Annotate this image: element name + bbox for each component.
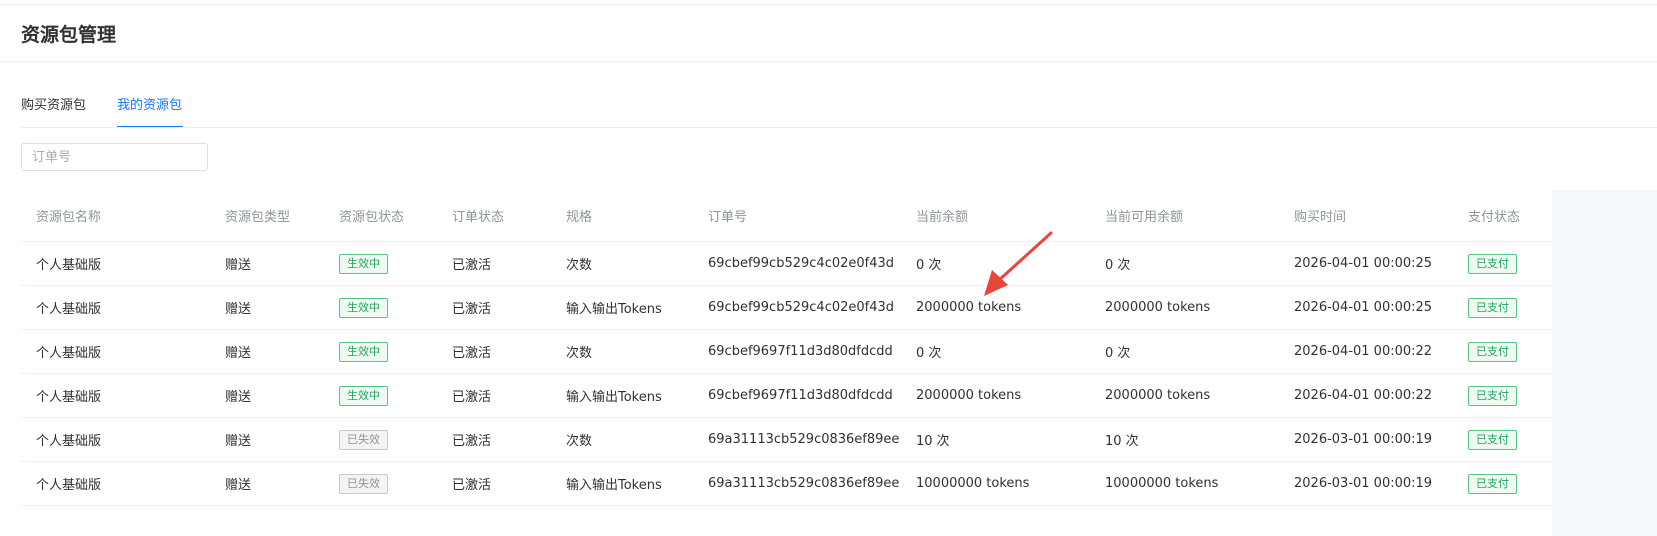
cell-pack-status: 已失效 (324, 417, 437, 462)
cell-type: 赠送 (210, 417, 324, 462)
cell-balance: 10000000 tokens (901, 461, 1090, 506)
column-header-purchase-time: 购买时间 (1279, 190, 1453, 242)
cell-purchase-time: 2026-03-01 00:00:19 (1279, 417, 1453, 462)
table-row: 个人基础版 赠送 生效中 已激活 输入输出Tokens 69cbef99cb52… (21, 285, 1552, 330)
status-badge: 生效中 (339, 297, 388, 318)
cell-order-number: 69cbef99cb529c4c02e0f43d (693, 285, 901, 330)
cell-order-status: 已激活 (437, 285, 551, 330)
cell-order-status: 已激活 (437, 241, 551, 286)
column-header-name: 资源包名称 (21, 190, 210, 242)
cell-order-number: 69cbef99cb529c4c02e0f43d (693, 241, 901, 286)
cell-purchase-time: 2026-04-01 00:00:22 (1279, 373, 1453, 418)
cell-type: 赠送 (210, 241, 324, 286)
cell-name: 个人基础版 (21, 329, 210, 374)
cell-pack-status: 已失效 (324, 461, 437, 506)
cell-balance: 0 次 (901, 241, 1090, 286)
status-badge: 生效中 (339, 341, 388, 362)
cell-available-balance: 2000000 tokens (1090, 373, 1279, 418)
cell-purchase-time: 2026-03-01 00:00:19 (1279, 461, 1453, 506)
table-row: 个人基础版 赠送 生效中 已激活 次数 69cbef9697f11d3d80df… (21, 329, 1552, 374)
cell-purchase-time: 2026-04-01 00:00:22 (1279, 329, 1453, 374)
table-row: 个人基础版 赠送 生效中 已激活 次数 69cbef99cb529c4c02e0… (21, 241, 1552, 286)
cell-purchase-time: 2026-04-01 00:00:25 (1279, 285, 1453, 330)
table-header-row: 资源包名称 资源包类型 资源包状态 订单状态 规格 订单号 当前余额 当前可用余… (21, 190, 1552, 242)
status-badge: 已失效 (339, 429, 388, 450)
cell-pack-status: 生效中 (324, 241, 437, 286)
cell-balance: 0 次 (901, 329, 1090, 374)
cell-order-number: 69a31113cb529c0836ef89ee (693, 417, 901, 462)
cell-order-number: 69cbef9697f11d3d80dfdcdd (693, 373, 901, 418)
cell-available-balance: 2000000 tokens (1090, 285, 1279, 330)
status-badge: 生效中 (339, 385, 388, 406)
cell-name: 个人基础版 (21, 417, 210, 462)
payment-badge: 已支付 (1468, 385, 1517, 406)
column-header-order-status: 订单状态 (437, 190, 551, 242)
column-header-spec: 规格 (551, 190, 693, 242)
column-header-pack-status: 资源包状态 (324, 190, 437, 242)
table-row: 个人基础版 赠送 已失效 已激活 输入输出Tokens 69a31113cb52… (21, 461, 1552, 506)
payment-badge: 已支付 (1468, 473, 1517, 494)
cell-available-balance: 0 次 (1090, 241, 1279, 286)
top-divider (0, 4, 1657, 5)
payment-badge: 已支付 (1468, 297, 1517, 318)
cell-pack-status: 生效中 (324, 285, 437, 330)
cell-payment-status: 已支付 (1453, 241, 1552, 286)
status-badge: 生效中 (339, 253, 388, 274)
cell-balance: 2000000 tokens (901, 285, 1090, 330)
cell-order-number: 69cbef9697f11d3d80dfdcdd (693, 329, 901, 374)
cell-available-balance: 10000000 tokens (1090, 461, 1279, 506)
cell-payment-status: 已支付 (1453, 285, 1552, 330)
resource-pack-page: 资源包管理 购买资源包 我的资源包 资源包名称 资源包类型 资源包状态 订单状态… (0, 0, 1657, 536)
cell-available-balance: 0 次 (1090, 329, 1279, 374)
cell-order-number: 69a31113cb529c0836ef89ee (693, 461, 901, 506)
cell-payment-status: 已支付 (1453, 461, 1552, 506)
cell-name: 个人基础版 (21, 461, 210, 506)
payment-badge: 已支付 (1468, 429, 1517, 450)
column-header-payment-status: 支付状态 (1453, 190, 1552, 242)
cell-order-status: 已激活 (437, 329, 551, 374)
cell-type: 赠送 (210, 329, 324, 374)
cell-spec: 次数 (551, 329, 693, 374)
tabs-divider (21, 127, 1657, 128)
cell-type: 赠送 (210, 285, 324, 330)
page-title: 资源包管理 (21, 24, 117, 46)
cell-order-status: 已激活 (437, 373, 551, 418)
payment-badge: 已支付 (1468, 253, 1517, 274)
cell-type: 赠送 (210, 373, 324, 418)
cell-spec: 输入输出Tokens (551, 373, 693, 418)
order-number-search-input[interactable] (21, 143, 208, 171)
cell-spec: 输入输出Tokens (551, 285, 693, 330)
title-divider (0, 61, 1657, 62)
cell-available-balance: 10 次 (1090, 417, 1279, 462)
cell-payment-status: 已支付 (1453, 417, 1552, 462)
cell-order-status: 已激活 (437, 461, 551, 506)
cell-spec: 输入输出Tokens (551, 461, 693, 506)
payment-badge: 已支付 (1468, 341, 1517, 362)
column-header-balance: 当前余额 (901, 190, 1090, 242)
tab-buy-packs[interactable]: 购买资源包 (21, 86, 86, 126)
column-header-available-balance: 当前可用余额 (1090, 190, 1279, 242)
cell-order-status: 已激活 (437, 417, 551, 462)
cell-name: 个人基础版 (21, 285, 210, 330)
cell-spec: 次数 (551, 241, 693, 286)
status-badge: 已失效 (339, 473, 388, 494)
column-header-type: 资源包类型 (210, 190, 324, 242)
cell-payment-status: 已支付 (1453, 329, 1552, 374)
table-row: 个人基础版 赠送 已失效 已激活 次数 69a31113cb529c0836ef… (21, 417, 1552, 462)
resource-pack-table: 资源包名称 资源包类型 资源包状态 订单状态 规格 订单号 当前余额 当前可用余… (21, 190, 1657, 536)
cell-balance: 10 次 (901, 417, 1090, 462)
table-row: 个人基础版 赠送 生效中 已激活 输入输出Tokens 69cbef9697f1… (21, 373, 1552, 418)
cell-name: 个人基础版 (21, 373, 210, 418)
cell-payment-status: 已支付 (1453, 373, 1552, 418)
cell-pack-status: 生效中 (324, 329, 437, 374)
tab-my-packs[interactable]: 我的资源包 (117, 86, 182, 126)
cell-purchase-time: 2026-04-01 00:00:25 (1279, 241, 1453, 286)
cell-spec: 次数 (551, 417, 693, 462)
cell-balance: 2000000 tokens (901, 373, 1090, 418)
cell-name: 个人基础版 (21, 241, 210, 286)
cell-type: 赠送 (210, 461, 324, 506)
cell-pack-status: 生效中 (324, 373, 437, 418)
column-header-order-number: 订单号 (693, 190, 901, 242)
